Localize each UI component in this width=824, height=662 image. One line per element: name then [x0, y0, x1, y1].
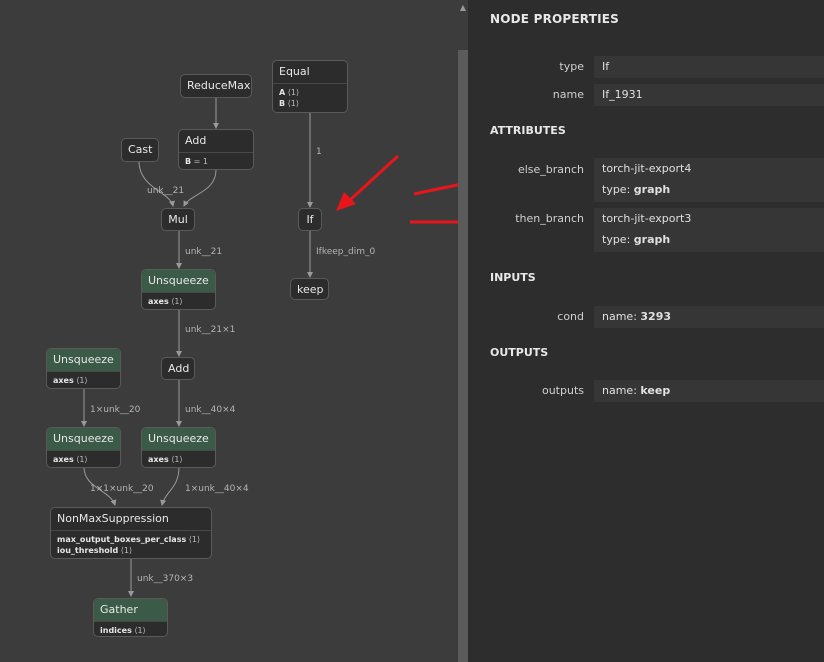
else-branch-label: else_branch — [517, 163, 584, 176]
attr-name: axes — [53, 455, 74, 464]
outputs-section-title: OUTPUTS — [490, 346, 549, 359]
node-properties-panel: NODE PROPERTIES type If name If_1931 ATT… — [468, 0, 824, 662]
outputs-name-value: keep — [640, 384, 671, 397]
cond-label: cond — [557, 310, 584, 323]
attr-value: ⟨1⟩ — [120, 546, 133, 555]
edge-label: unk__21×1 — [185, 325, 236, 335]
else-branch-type-key: type: — [602, 183, 631, 196]
node-add-1[interactable]: Add B = 1 — [178, 129, 254, 170]
node-reducemax[interactable]: ReduceMax — [180, 74, 252, 98]
node-cast[interactable]: Cast — [121, 138, 159, 162]
edge-label: unk__40×4 — [185, 405, 236, 415]
node-title: ReduceMax — [187, 79, 251, 92]
outputs-label: outputs — [541, 384, 584, 397]
then-branch-value[interactable]: torch-jit-export3 type: graph — [594, 208, 824, 252]
graph-canvas[interactable]: ReduceMax Equal A ⟨1⟩ B ⟨1⟩ Cast Add B =… — [0, 0, 458, 662]
else-branch-graph-name: torch-jit-export4 — [602, 162, 692, 175]
edge-label: 1 — [316, 147, 322, 157]
attr-name: B — [185, 157, 192, 166]
attr-value: ⟨1⟩ — [188, 535, 201, 544]
node-keep[interactable]: keep — [290, 278, 329, 300]
attr-value: ⟨1⟩ — [287, 88, 300, 97]
node-unsqueeze-left-2[interactable]: Unsqueeze axes ⟨1⟩ — [46, 427, 121, 468]
attr-value: ⟨1⟩ — [76, 376, 88, 385]
attr-value: ⟨1⟩ — [171, 455, 183, 464]
edge-label: unk__21 — [147, 186, 185, 196]
attr-name: axes — [53, 376, 74, 385]
node-title: Cast — [128, 143, 153, 156]
edge-label: unk__370×3 — [137, 574, 194, 584]
outputs-value[interactable]: name: keep — [594, 380, 824, 402]
node-mul[interactable]: Mul — [161, 208, 195, 231]
else-branch-value[interactable]: torch-jit-export4 type: graph — [594, 158, 824, 202]
attributes-section-title: ATTRIBUTES — [490, 124, 566, 137]
type-value-text: If — [602, 60, 610, 73]
type-value[interactable]: If — [594, 56, 824, 78]
then-branch-graph-name: torch-jit-export3 — [602, 212, 692, 225]
inputs-section-title: INPUTS — [490, 271, 536, 284]
node-title: Unsqueeze — [142, 270, 215, 292]
else-branch-type-value: graph — [633, 183, 671, 196]
edge-label: unk__21 — [185, 247, 223, 257]
name-label: name — [552, 88, 584, 101]
cond-name-value: 3293 — [640, 310, 672, 323]
annotation-arrow-else-branch — [413, 183, 458, 196]
outputs-name-key: name: — [602, 384, 637, 397]
node-unsqueeze-left-1[interactable]: Unsqueeze axes ⟨1⟩ — [46, 348, 121, 389]
attr-name: A — [279, 88, 286, 97]
attr-value: ⟨1⟩ — [134, 626, 146, 635]
node-title: Unsqueeze — [47, 428, 120, 450]
attr-name: B — [279, 99, 286, 108]
edge-label: 1×1×unk__20 — [90, 484, 154, 494]
node-title: keep — [297, 283, 324, 296]
attr-name: indices — [100, 626, 132, 635]
attr-value: = 1 — [193, 157, 208, 166]
node-title: Unsqueeze — [47, 349, 120, 371]
node-title: Add — [185, 134, 207, 147]
cond-value[interactable]: name: 3293 — [594, 306, 824, 328]
node-unsqueeze-right[interactable]: Unsqueeze axes ⟨1⟩ — [141, 427, 216, 468]
cond-name-key: name: — [602, 310, 637, 323]
node-title: Mul — [168, 213, 188, 226]
node-title: Equal — [279, 65, 310, 78]
attr-name: iou_threshold — [57, 546, 119, 555]
node-title: If — [306, 213, 314, 226]
then-branch-type-key: type: — [602, 233, 631, 246]
edge-unsqueeze-right-nms — [160, 466, 180, 506]
edge-label: Ifkeep_dim_0 — [316, 247, 376, 257]
attr-name: axes — [148, 455, 169, 464]
attr-value: ⟨1⟩ — [76, 455, 88, 464]
panel-title: NODE PROPERTIES — [490, 12, 619, 26]
node-title: Gather — [94, 599, 167, 621]
name-value[interactable]: If_1931 — [594, 84, 824, 106]
node-equal[interactable]: Equal A ⟨1⟩ B ⟨1⟩ — [272, 60, 348, 113]
triangle-up-icon[interactable]: ▲ — [458, 0, 468, 14]
node-nonmaxsuppression[interactable]: NonMaxSuppression max_output_boxes_per_c… — [50, 507, 212, 559]
attr-name: max_output_boxes_per_class — [57, 535, 187, 544]
node-title: NonMaxSuppression — [57, 512, 169, 525]
attr-name: axes — [148, 297, 169, 306]
edge-label: 1×unk__20 — [90, 405, 141, 415]
node-title: Add — [168, 362, 190, 375]
then-branch-type-value: graph — [633, 233, 671, 246]
then-branch-label: then_branch — [515, 212, 584, 225]
node-if[interactable]: If — [298, 208, 322, 231]
node-gather[interactable]: Gather indices ⟨1⟩ — [93, 598, 168, 637]
type-label: type — [559, 60, 584, 73]
node-add-2[interactable]: Add — [161, 357, 195, 380]
node-title: Unsqueeze — [142, 428, 215, 450]
edge-cast-mul — [138, 160, 175, 207]
edge-add-mul — [183, 169, 217, 207]
attr-value: ⟨1⟩ — [171, 297, 183, 306]
name-value-text: If_1931 — [602, 88, 643, 101]
attr-value: ⟨1⟩ — [287, 99, 299, 108]
scrollbar-thumb[interactable] — [458, 50, 468, 662]
edge-label: 1×unk__40×4 — [185, 484, 249, 494]
annotation-arrow-if — [336, 154, 400, 211]
annotation-arrow-then-branch — [410, 220, 458, 224]
node-unsqueeze[interactable]: Unsqueeze axes ⟨1⟩ — [141, 269, 216, 310]
